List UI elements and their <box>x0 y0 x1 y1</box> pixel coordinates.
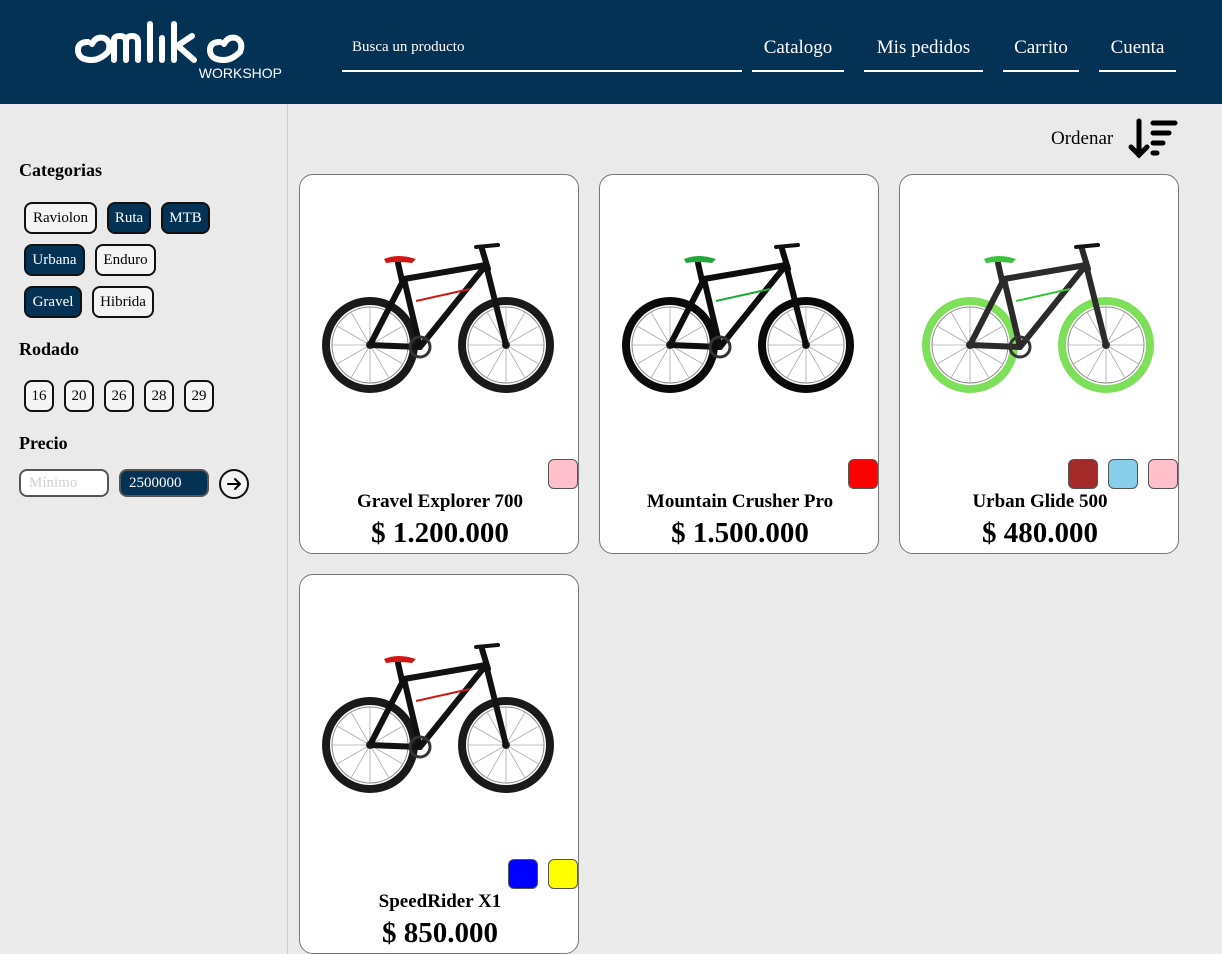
nav-mis-pedidos[interactable]: Mis pedidos <box>864 34 983 72</box>
product-name: Urban Glide 500 <box>972 491 1108 512</box>
filter-sidebar: Categorias Raviolon Ruta MTB Urbana Endu… <box>0 104 288 954</box>
product-name: Gravel Explorer 700 <box>356 491 524 512</box>
product-card[interactable]: Urban Glide 500 $ 480.000 <box>899 174 1179 554</box>
product-name: SpeedRider X1 <box>378 891 502 912</box>
color-swatch[interactable] <box>1148 459 1178 489</box>
product-image <box>320 635 560 805</box>
color-swatch[interactable] <box>508 859 538 889</box>
price-min-input[interactable] <box>19 469 109 497</box>
color-swatch[interactable] <box>1108 459 1138 489</box>
product-price: $ 850.000 <box>382 917 498 949</box>
sort-label: Ordenar <box>1051 128 1114 149</box>
product-image <box>320 235 560 405</box>
sort-descending-icon <box>1128 118 1178 159</box>
precio-title: Precio <box>19 433 68 453</box>
apply-price-button[interactable] <box>219 469 249 499</box>
color-swatch[interactable] <box>548 459 578 489</box>
category-chip-hibrida[interactable]: Hibrida <box>92 286 154 318</box>
product-card[interactable]: SpeedRider X1 $ 850.000 <box>299 574 579 954</box>
nav-catalogo[interactable]: Catalogo <box>752 34 844 72</box>
category-chip-ruta[interactable]: Ruta <box>107 202 151 234</box>
logo-subtitle: WORKSHOP <box>199 65 282 81</box>
bicycle-illustration <box>922 243 1154 393</box>
search-bar[interactable] <box>342 34 742 72</box>
categories-title: Categorias <box>19 160 102 180</box>
product-name: Mountain Crusher Pro <box>646 491 834 512</box>
category-chip-gravel[interactable]: Gravel <box>24 286 82 318</box>
rodado-chip-16[interactable]: 16 <box>24 380 54 412</box>
color-swatch[interactable] <box>548 859 578 889</box>
product-price: $ 1.500.000 <box>671 517 809 549</box>
category-chip-raviolon[interactable]: Raviolon <box>24 202 97 234</box>
sort-control[interactable]: Ordenar <box>1051 116 1179 162</box>
color-swatch[interactable] <box>1068 459 1098 489</box>
bicycle-illustration <box>622 243 854 393</box>
category-chip-urbana[interactable]: Urbana <box>24 244 85 276</box>
product-image <box>620 235 860 405</box>
color-swatch[interactable] <box>848 459 878 489</box>
arrow-right-icon <box>227 478 241 490</box>
product-price: $ 480.000 <box>982 517 1098 549</box>
product-image <box>920 235 1160 405</box>
rodado-chip-28[interactable]: 28 <box>144 380 174 412</box>
bicycle-illustration <box>322 243 554 393</box>
category-chip-mtb[interactable]: MTB <box>161 202 210 234</box>
bicycle-illustration <box>322 643 554 793</box>
price-max-input[interactable] <box>119 469 209 497</box>
top-header: WORKSHOP Catalogo Mis pedidos Carrito Cu… <box>0 0 1222 104</box>
rodado-chip-26[interactable]: 26 <box>104 380 134 412</box>
nav-cuenta[interactable]: Cuenta <box>1099 34 1176 72</box>
search-input[interactable] <box>342 34 742 70</box>
brand-logo[interactable]: WORKSHOP <box>74 18 286 84</box>
rodado-chip-29[interactable]: 29 <box>184 380 214 412</box>
category-chip-enduro[interactable]: Enduro <box>95 244 156 276</box>
nav-carrito[interactable]: Carrito <box>1003 34 1079 72</box>
rodado-chip-20[interactable]: 20 <box>64 380 94 412</box>
product-price: $ 1.200.000 <box>371 517 509 549</box>
rodado-title: Rodado <box>19 339 80 359</box>
product-card[interactable]: Mountain Crusher Pro $ 1.500.000 <box>599 174 879 554</box>
product-card[interactable]: Gravel Explorer 700 $ 1.200.000 <box>299 174 579 554</box>
